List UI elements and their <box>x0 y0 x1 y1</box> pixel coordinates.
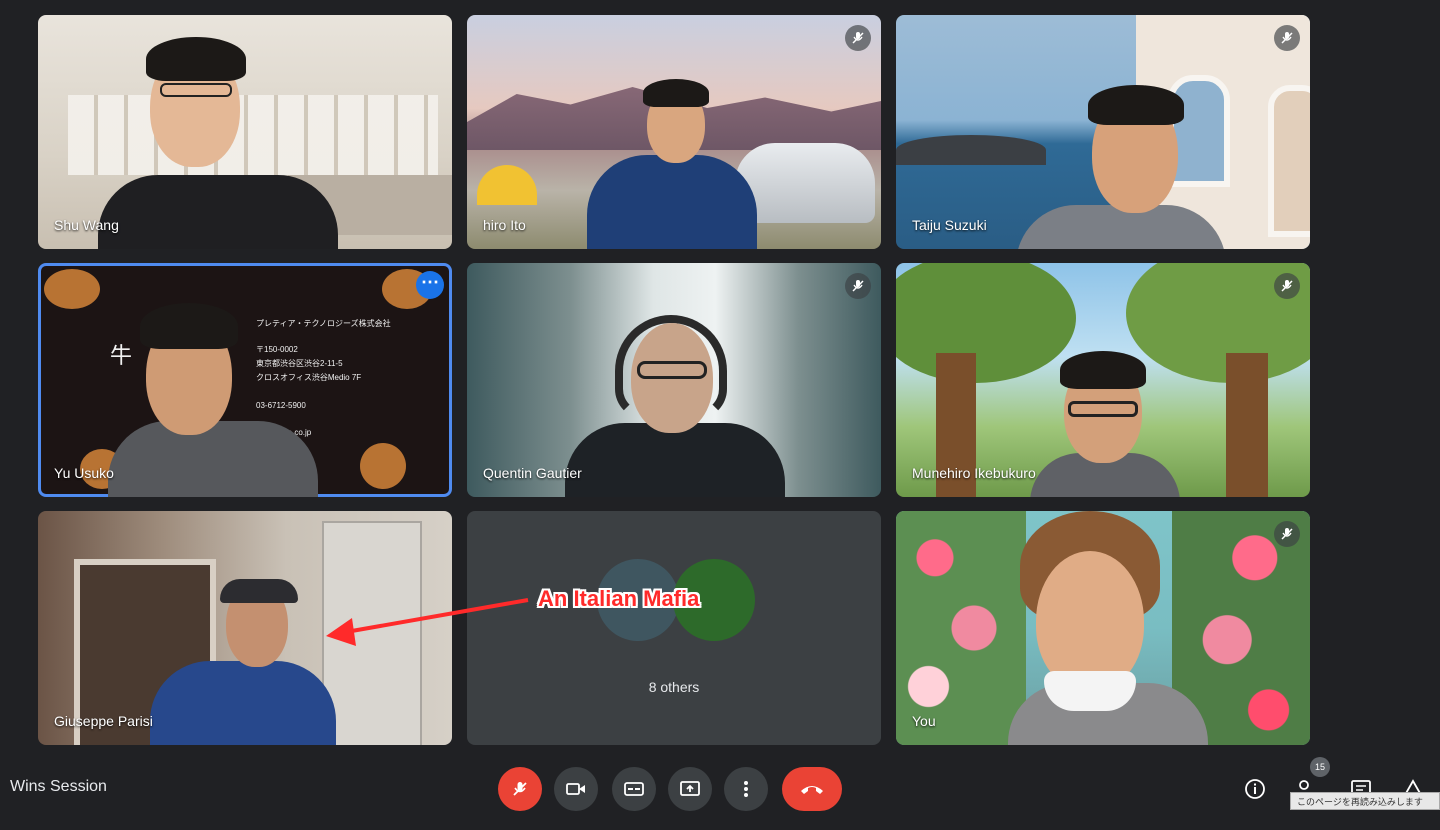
meeting-title: Wins Session <box>10 778 107 795</box>
person-body <box>565 423 785 497</box>
person-body <box>587 155 757 249</box>
info-icon <box>1245 779 1265 799</box>
card-kanji: 牛 <box>110 343 133 368</box>
muted-mic-icon <box>1274 521 1300 547</box>
card-phone: 03-6712-5900 <box>256 401 306 410</box>
person-hair <box>146 37 246 81</box>
flowers <box>896 511 1026 745</box>
captions-icon <box>624 782 644 796</box>
present-screen-button[interactable] <box>668 767 712 811</box>
arch-door <box>1268 85 1310 237</box>
participant-tile[interactable]: Giuseppe Parisi <box>38 511 452 745</box>
person-hair <box>643 79 709 107</box>
reload-tooltip: このページを再読み込みします <box>1290 792 1440 810</box>
more-options-icon[interactable]: ⋯ <box>416 271 444 299</box>
leave-call-button[interactable] <box>782 767 842 811</box>
annotation-label: An Italian Mafia <box>538 586 700 611</box>
participant-tile[interactable]: You <box>896 511 1310 745</box>
card-address2: クロスオフィス渋谷Medio 7F <box>256 373 362 382</box>
phone-hangup-icon <box>801 786 823 794</box>
participant-tile[interactable]: hiro Ito <box>467 15 881 249</box>
others-tile[interactable]: 8 others <box>467 511 881 745</box>
glasses <box>637 361 707 379</box>
person-hair <box>1060 351 1146 389</box>
glasses <box>1068 401 1138 417</box>
island <box>896 135 1046 165</box>
participant-count-badge: 15 <box>1310 757 1330 777</box>
participant-name: You <box>912 713 936 729</box>
camera-icon <box>566 783 585 795</box>
card-zip: 〒150-0002 <box>256 345 298 354</box>
participant-tile[interactable]: Shu Wang <box>38 15 452 249</box>
participant-tile[interactable]: Taiju Suzuki <box>896 15 1310 249</box>
fridge <box>322 521 422 745</box>
more-options-button[interactable] <box>724 767 768 811</box>
background-shelf <box>68 95 438 175</box>
captions-button[interactable] <box>612 767 656 811</box>
muted-mic-icon <box>1274 273 1300 299</box>
tent <box>477 165 537 205</box>
person-body <box>98 175 338 249</box>
dog-sticker <box>44 269 100 309</box>
participant-name: Munehiro Ikebukuro <box>912 465 1036 481</box>
others-count: 8 others <box>648 679 700 695</box>
person-hair <box>1088 85 1184 125</box>
participant-name: Taiju Suzuki <box>912 217 987 233</box>
participant-name: Shu Wang <box>54 217 119 233</box>
person-hair <box>140 303 238 349</box>
mic-off-icon <box>513 782 527 796</box>
card-company: プレティア・テクノロジーズ株式会社 <box>256 319 391 328</box>
card-address1: 東京都渋谷区渋谷2-11-5 <box>256 359 343 368</box>
person-body <box>150 661 336 745</box>
more-vert-icon <box>744 781 748 797</box>
participant-name: Quentin Gautier <box>483 465 582 481</box>
person-body <box>1016 205 1226 249</box>
mic-toggle-button[interactable] <box>498 767 542 811</box>
person-body <box>108 421 318 497</box>
participant-name: Giuseppe Parisi <box>54 713 153 729</box>
arch-window <box>1168 75 1230 187</box>
participant-name: hiro Ito <box>483 217 526 233</box>
muted-mic-icon <box>845 25 871 51</box>
tree-canopy <box>896 263 1076 383</box>
muted-mic-icon <box>1274 25 1300 51</box>
participant-name: Yu Usuko <box>54 465 114 481</box>
participant-tile[interactable]: 牛 プレティア・テクノロジーズ株式会社 〒150-0002 東京都渋谷区渋谷2-… <box>38 263 452 497</box>
dog-sticker <box>360 443 406 489</box>
camera-toggle-button[interactable] <box>554 767 598 811</box>
person-head <box>1036 551 1144 691</box>
face-mask <box>1044 671 1136 711</box>
participant-tile[interactable]: Quentin Gautier <box>467 263 881 497</box>
present-icon <box>680 781 700 796</box>
glasses <box>160 83 232 97</box>
meeting-details-button[interactable] <box>1242 776 1268 802</box>
participant-tile[interactable]: Munehiro Ikebukuro <box>896 263 1310 497</box>
muted-mic-icon <box>845 273 871 299</box>
tree-trunk <box>1226 353 1268 497</box>
cap <box>220 579 298 603</box>
